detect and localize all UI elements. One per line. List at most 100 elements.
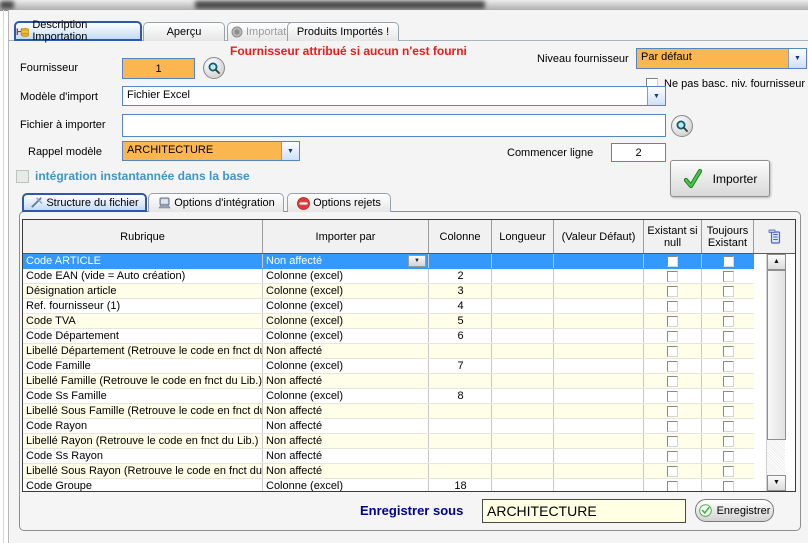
table-row[interactable]: Code EAN (vide = Auto création)Colonne (… <box>23 269 754 284</box>
modele-import-combo[interactable]: Fichier Excel ▼ <box>122 86 666 106</box>
toujours-existant-checkbox[interactable] <box>723 271 734 282</box>
cell-toujours-existant <box>702 314 754 328</box>
cell-importer-par: Non affecté <box>263 344 429 358</box>
cell-colonne <box>429 344 492 358</box>
scroll-down-button[interactable]: ▼ <box>767 475 786 491</box>
existant-si-null-checkbox[interactable] <box>667 451 678 462</box>
cell-toujours-existant <box>702 254 754 268</box>
existant-si-null-checkbox[interactable] <box>667 286 678 297</box>
table-row[interactable]: Libellé Famille (Retrouve le code en fnc… <box>23 374 754 389</box>
cell-existant-si-null <box>644 344 702 358</box>
table-row[interactable]: Code ARTICLENon affecté▼ <box>23 254 754 269</box>
subtab-structure-fichier[interactable]: Structure du fichier <box>22 193 147 212</box>
chevron-down-icon[interactable]: ▼ <box>788 49 806 68</box>
table-row[interactable]: Libellé Département (Retrouve le code en… <box>23 344 754 359</box>
table-row[interactable]: Désignation articleColonne (excel)3 <box>23 284 754 299</box>
tab-produits-importes[interactable]: Produits Importés ! <box>287 22 399 41</box>
table-row[interactable]: Code GroupeColonne (excel)18 <box>23 479 754 492</box>
enregistrer-sous-input[interactable] <box>482 499 686 523</box>
existant-si-null-checkbox[interactable] <box>667 421 678 432</box>
cell-existant-si-null <box>644 374 702 388</box>
magnifier-icon <box>675 119 689 133</box>
toujours-existant-checkbox[interactable] <box>723 346 734 357</box>
header-valeur-defaut[interactable]: (Valeur Défaut) <box>554 220 644 253</box>
niveau-fournisseur-combo[interactable]: Par défaut ▼ <box>636 48 807 69</box>
header-longueur[interactable]: Longueur <box>492 220 554 253</box>
header-importer-par[interactable]: Importer par <box>263 220 429 253</box>
table-row[interactable]: Code DépartementColonne (excel)6 <box>23 329 754 344</box>
toujours-existant-checkbox[interactable] <box>723 331 734 342</box>
existant-si-null-checkbox[interactable] <box>667 316 678 327</box>
table-row[interactable]: Code RayonNon affecté <box>23 419 754 434</box>
toujours-existant-checkbox[interactable] <box>723 481 734 492</box>
table-row[interactable]: Ref. fournisseur (1)Colonne (excel)4 <box>23 299 754 314</box>
toujours-existant-checkbox[interactable] <box>723 391 734 402</box>
toujours-existant-checkbox[interactable] <box>723 301 734 312</box>
existant-si-null-checkbox[interactable] <box>667 346 678 357</box>
table-row[interactable]: Code Ss FamilleColonne (excel)8 <box>23 389 754 404</box>
header-existant-si-null[interactable]: Existant si null <box>644 220 702 253</box>
existant-si-null-checkbox[interactable] <box>667 466 678 477</box>
existant-si-null-checkbox[interactable] <box>667 256 678 267</box>
cell-valeur-defaut <box>554 389 644 403</box>
table-row[interactable]: Libellé Sous Rayon (Retrouve le code en … <box>23 464 754 479</box>
existant-si-null-checkbox[interactable] <box>667 391 678 402</box>
importer-par-dropdown[interactable]: ▼ <box>408 255 426 267</box>
fournisseur-input[interactable] <box>122 58 195 79</box>
scroll-up-button[interactable]: ▲ <box>767 254 786 270</box>
existant-si-null-checkbox[interactable] <box>667 376 678 387</box>
commencer-ligne-input[interactable] <box>611 143 666 162</box>
toujours-existant-checkbox[interactable] <box>723 316 734 327</box>
table-row[interactable]: Code Ss RayonNon affecté <box>23 449 754 464</box>
subtab-options-integration[interactable]: Options d'intégration <box>148 193 284 212</box>
table-row[interactable]: Libellé Sous Famille (Retrouve le code e… <box>23 404 754 419</box>
toujours-existant-checkbox[interactable] <box>723 361 734 372</box>
cell-existant-si-null <box>644 254 702 268</box>
cell-toujours-existant <box>702 434 754 448</box>
header-delete-column[interactable] <box>754 220 794 253</box>
structure-table: Rubrique Importer par Colonne Longueur (… <box>22 219 796 492</box>
cell-existant-si-null <box>644 479 702 492</box>
subtab-options-rejets[interactable]: Options rejets <box>287 193 391 212</box>
cell-longueur <box>492 404 554 418</box>
existant-si-null-checkbox[interactable] <box>667 271 678 282</box>
header-toujours-existant[interactable]: Toujours Existant <box>702 220 754 253</box>
toujours-existant-checkbox[interactable] <box>723 436 734 447</box>
existant-si-null-checkbox[interactable] <box>667 361 678 372</box>
existant-si-null-checkbox[interactable] <box>667 436 678 447</box>
rappel-modele-combo[interactable]: ARCHITECTURE ▼ <box>122 141 300 161</box>
toujours-existant-checkbox[interactable] <box>723 256 734 267</box>
toujours-existant-checkbox[interactable] <box>723 451 734 462</box>
vertical-scrollbar[interactable]: ▲ ▼ <box>766 254 785 491</box>
tab-description-importation[interactable]: H Description Importation <box>14 21 142 41</box>
integration-checkbox[interactable] <box>16 170 29 183</box>
table-row[interactable]: Code TVAColonne (excel)5 <box>23 314 754 329</box>
toujours-existant-checkbox[interactable] <box>723 421 734 432</box>
cell-colonne: 7 <box>429 359 492 373</box>
toujours-existant-checkbox[interactable] <box>723 376 734 387</box>
fournisseur-label: Fournisseur <box>20 62 78 74</box>
tab-apercu[interactable]: Aperçu <box>143 22 225 41</box>
existant-si-null-checkbox[interactable] <box>667 331 678 342</box>
fichier-search-button[interactable] <box>671 115 693 137</box>
existant-si-null-checkbox[interactable] <box>667 406 678 417</box>
fournisseur-search-button[interactable] <box>203 57 225 79</box>
fichier-importer-input[interactable] <box>122 114 666 137</box>
toujours-existant-checkbox[interactable] <box>723 406 734 417</box>
cell-toujours-existant <box>702 269 754 283</box>
chevron-down-icon[interactable]: ▼ <box>281 142 299 160</box>
header-rubrique[interactable]: Rubrique <box>23 220 263 253</box>
existant-si-null-checkbox[interactable] <box>667 301 678 312</box>
cell-toujours-existant <box>702 464 754 478</box>
existant-si-null-checkbox[interactable] <box>667 481 678 492</box>
table-row[interactable]: Code FamilleColonne (excel)7 <box>23 359 754 374</box>
importer-button[interactable]: Importer <box>670 160 770 197</box>
chevron-down-icon[interactable]: ▼ <box>647 87 665 105</box>
toujours-existant-checkbox[interactable] <box>723 286 734 297</box>
toujours-existant-checkbox[interactable] <box>723 466 734 477</box>
table-row[interactable]: Libellé Rayon (Retrouve le code en fnct … <box>23 434 754 449</box>
enregistrer-button[interactable]: Enregistrer <box>695 499 774 522</box>
header-colonne[interactable]: Colonne <box>429 220 492 253</box>
scrollbar-thumb[interactable] <box>767 270 786 440</box>
cell-valeur-defaut <box>554 374 644 388</box>
